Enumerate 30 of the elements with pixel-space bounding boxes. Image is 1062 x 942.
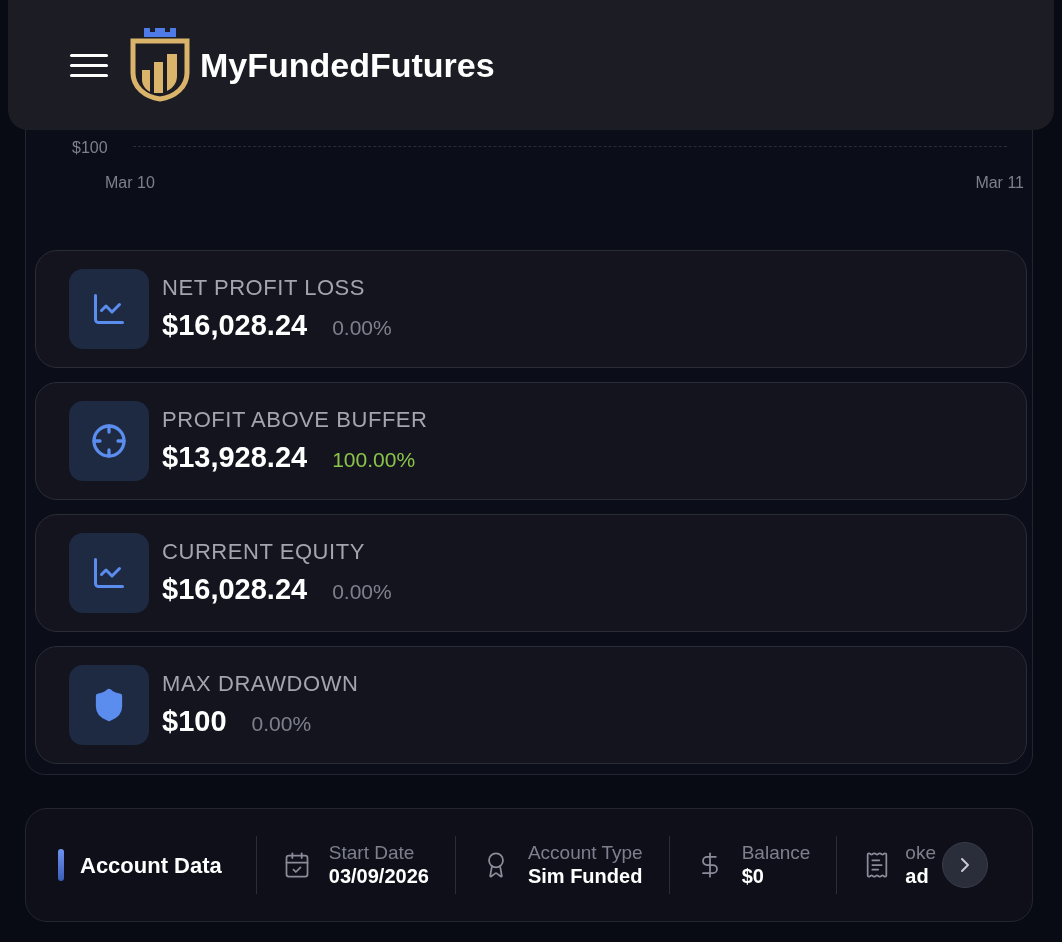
stat-percent: 0.00% [332, 314, 392, 341]
x-axis-label: Mar 11 [975, 173, 1024, 193]
stat-percent: 0.00% [332, 578, 392, 605]
stat-value: $13,928.24 [162, 439, 308, 475]
info-label: Account Type [527, 840, 643, 865]
stat-label: PROFIT ABOVE BUFFER [162, 405, 428, 434]
line-chart-icon [91, 555, 127, 591]
stat-label: CURRENT EQUITY [162, 537, 366, 566]
brand-name: MyFundedFutures [200, 44, 495, 86]
info-label: Balance [741, 840, 811, 865]
stat-label: MAX DRAWDOWN [162, 669, 359, 698]
stat-value: $100 [162, 703, 227, 739]
section-title: Account Data [80, 851, 222, 880]
info-value: 03/09/2026 [328, 864, 429, 890]
stat-percent: 0.00% [251, 710, 312, 737]
line-chart-icon [91, 291, 127, 327]
accent-bar-icon [58, 849, 64, 881]
info-label: Start Date [328, 840, 416, 865]
x-axis-label: Mar 10 [105, 173, 155, 193]
crosshair-icon [91, 423, 127, 459]
stat-percent: 100.00% [332, 446, 416, 473]
y-axis-label: $100 [72, 138, 108, 158]
info-value: $0 [741, 864, 765, 890]
stat-value: $16,028.24 [162, 307, 308, 343]
info-value: ad [905, 864, 930, 890]
shield-logo-icon [130, 28, 190, 102]
stat-value: $16,028.24 [162, 571, 308, 607]
info-value: Sim Funded [527, 864, 643, 890]
stat-label: NET PROFIT LOSS [162, 273, 367, 302]
info-label: oke [905, 840, 936, 865]
